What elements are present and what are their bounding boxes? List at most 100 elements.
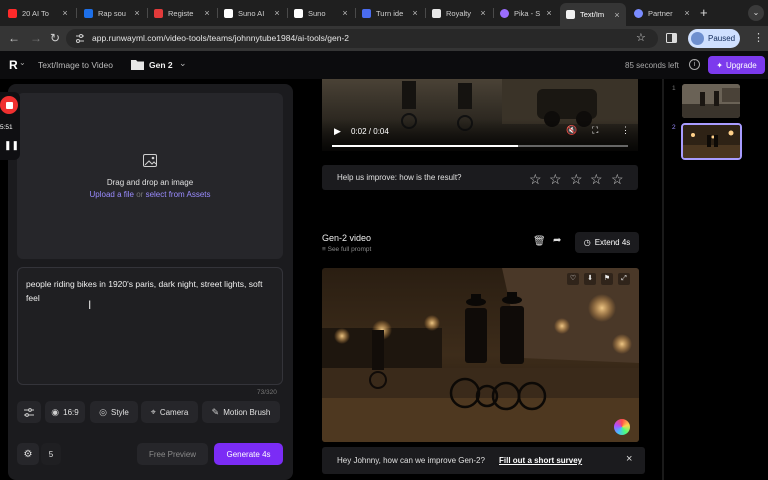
site-favicon-icon [154,8,163,18]
generation-count[interactable]: 5 [41,443,61,465]
motion-brush-button[interactable]: ✎ Motion Brush [202,401,280,423]
free-preview-button[interactable]: Free Preview [137,443,208,465]
close-icon[interactable]: × [682,8,692,18]
close-icon[interactable]: × [272,8,282,18]
previous-video[interactable]: ▶ 0:02 / 0:04 🔇 ⛶ ⋮ [322,79,638,151]
browser-tab[interactable]: Partner × [628,4,696,22]
side-panel-icon[interactable] [666,33,677,43]
info-icon[interactable]: i [689,59,700,70]
seed-button[interactable]: ⚙ [17,443,39,465]
close-icon[interactable]: × [202,8,212,18]
star-4-icon[interactable]: ☆ [590,171,603,188]
download-icon[interactable]: ⬇ [584,273,596,285]
new-tab-button[interactable]: + [700,5,708,20]
gen2-video[interactable]: ♡ ⬇ ⚑ ⤢ [322,268,639,442]
back-arrow-icon[interactable]: ← [8,31,20,45]
camera-button[interactable]: ⌖ Camera [141,401,198,423]
close-icon[interactable]: × [340,8,350,18]
folder-name[interactable]: Gen 2 [149,60,173,70]
survey-bar: Hey Johnny, how can we improve Gen-2? Fi… [322,447,645,474]
close-icon[interactable]: × [60,8,70,18]
chevron-down-icon[interactable]: ⌄ [179,58,187,69]
prompt-textarea[interactable]: people riding bikes in 1920's paris, dar… [17,267,283,385]
thumbnail-1[interactable] [682,84,740,118]
browser-tab-active[interactable]: Text/Im × [560,3,626,26]
feedback-question: Help us improve: how is the result? [337,173,462,182]
thumbnail-index: 2 [672,124,676,131]
close-icon[interactable]: × [612,10,622,20]
video-progress-track[interactable] [332,145,628,147]
browser-tab[interactable]: Rap sou × [78,4,146,22]
image-dropzone[interactable]: Drag and drop an image Upload a file or … [17,93,283,259]
upgrade-button[interactable]: ✦ Upgrade [708,56,765,74]
avatar [691,32,704,45]
browser-tab[interactable]: Registe × [148,4,216,22]
pause-icon[interactable]: ❚❚ [4,140,19,151]
credits-remaining: 85 seconds left [625,61,679,70]
star-5-icon[interactable]: ☆ [611,171,624,188]
survey-link[interactable]: Fill out a short survey [499,456,582,465]
prompt-text: people riding bikes in 1920's paris, dar… [26,279,263,303]
palette-icon: ◎ [99,406,108,417]
close-icon[interactable]: × [478,8,488,18]
settings-button[interactable] [17,401,41,423]
close-survey-button[interactable]: × [626,453,632,465]
folder-icon [131,60,144,70]
style-button[interactable]: ◎ Style [90,401,138,423]
extend-button[interactable]: ◷ Extend 4s [575,232,639,253]
stop-icon [5,101,13,109]
stop-recording-button[interactable] [0,96,18,114]
bookmark-star-icon[interactable]: ☆ [636,31,646,44]
browser-tab[interactable]: 20 AI To × [2,4,74,22]
close-icon[interactable]: × [132,8,142,18]
video-progress-fill [332,145,519,147]
youtube-favicon-icon [8,8,17,18]
forward-arrow-icon[interactable]: → [30,31,42,45]
see-full-prompt-link[interactable]: ≡ See full prompt [322,246,371,253]
close-icon[interactable]: × [410,8,420,18]
browser-tab[interactable]: Pika - S × [494,4,558,22]
tab-search-button[interactable]: ⌄ [748,5,764,21]
chevron-down-icon[interactable]: ⌄ [19,58,26,67]
reload-icon[interactable]: ↻ [50,31,60,45]
text-cursor-icon: I [88,298,92,312]
close-icon[interactable]: × [544,8,554,18]
trash-icon[interactable]: 🗑 [533,236,546,247]
browser-tab[interactable]: Suno AI × [218,4,286,22]
sliders-icon [24,407,34,417]
site-favicon-icon [362,8,371,18]
upload-file-link[interactable]: Upload a file [90,190,134,199]
flag-icon[interactable]: ⚑ [601,273,613,285]
more-vert-icon[interactable]: ⋮ [753,31,764,45]
thumbnail-image [682,84,740,118]
runway-logo[interactable]: R [9,58,18,72]
thumbnail-2-selected[interactable] [681,123,742,160]
fullscreen-icon[interactable]: ⛶ [592,125,598,136]
mute-icon[interactable]: 🔇 [566,125,577,136]
expand-icon[interactable]: ⤢ [618,273,630,285]
play-icon[interactable]: ▶ [334,126,341,137]
browser-tab[interactable]: Turn ide × [356,4,424,22]
favorite-icon[interactable]: ♡ [567,273,579,285]
site-favicon-icon [84,8,93,18]
aspect-ratio-button[interactable]: ◉ 16:9 [45,401,85,423]
site-settings-icon[interactable] [75,34,85,43]
more-vert-icon[interactable]: ⋮ [621,125,630,136]
browser-tab[interactable]: Royalty × [426,4,492,22]
app-header: R ⌄ Text/Image to Video Gen 2 ⌄ 85 secon… [0,51,768,79]
star-1-icon[interactable]: ☆ [529,171,542,188]
assistant-orb-icon[interactable] [614,419,630,435]
star-2-icon[interactable]: ☆ [549,171,562,188]
select-from-assets-link[interactable]: select from Assets [146,190,211,199]
star-3-icon[interactable]: ☆ [570,171,583,188]
runway-favicon-icon [566,10,575,19]
share-icon[interactable]: ➦ [553,235,561,246]
generate-button[interactable]: Generate 4s [214,443,283,465]
address-bar[interactable]: app.runwayml.com/video-tools/teams/johnn… [66,29,658,48]
scrollbar[interactable] [662,79,664,480]
browser-tab[interactable]: Suno × [288,4,354,22]
screen-recorder-widget: 5:51 ❚❚ [0,92,20,160]
pika-favicon-icon [500,8,509,18]
profile-paused-button[interactable]: Paused [688,29,740,48]
site-favicon-icon [634,8,643,18]
